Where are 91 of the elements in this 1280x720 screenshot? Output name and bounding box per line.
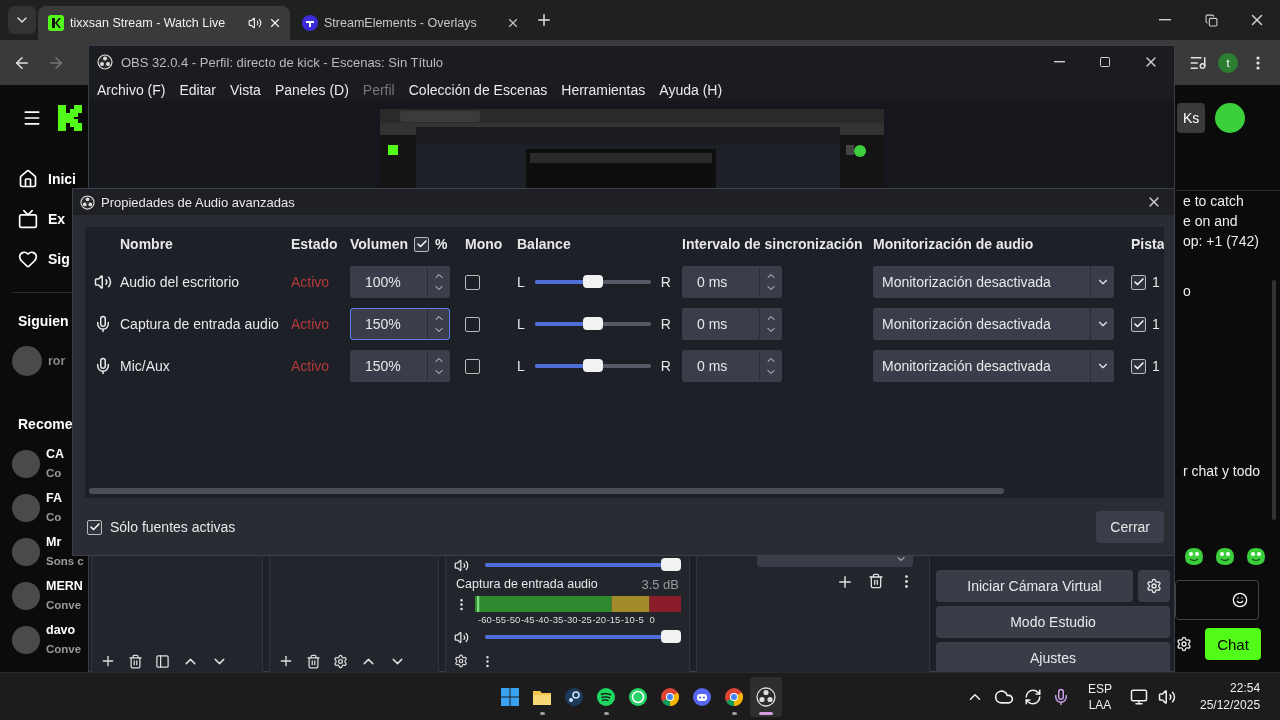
- column-header: Intervalo de sincronización: [682, 236, 864, 252]
- balance-label: L: [517, 358, 525, 374]
- channel-category: Conve: [46, 642, 82, 657]
- monitoring-dropdown[interactable]: Monitorización desactivada: [873, 266, 1114, 298]
- channel-category: Conve: [46, 598, 83, 613]
- menu-item[interactable]: Editar: [179, 81, 217, 98]
- column-header: Estado: [291, 236, 339, 252]
- checkbox-label[interactable]: Sólo fuentes activas: [110, 519, 236, 535]
- source-name: Mic/Aux: [120, 358, 171, 374]
- track-label: 1: [1152, 358, 1160, 374]
- volume-reading: 3.5 dB: [641, 577, 679, 592]
- balance-label: R: [660, 274, 671, 290]
- balance-label: R: [660, 358, 671, 374]
- column-header: Pista: [1131, 236, 1164, 252]
- menu-item[interactable]: Archivo (F): [97, 81, 166, 98]
- browser-tab[interactable]: StreamElements - Overlays: [292, 6, 528, 40]
- meter-tick-label: -60: [478, 614, 493, 625]
- section-title: Recome: [17, 416, 74, 432]
- control-button[interactable]: Modo Estudio: [936, 606, 1170, 638]
- section-title: Siguien: [17, 313, 70, 329]
- balance-label: L: [517, 274, 525, 290]
- meter-tick-label: -25: [578, 614, 592, 625]
- channel-category: Co: [46, 510, 62, 525]
- meter-tick-label: -30: [563, 614, 579, 625]
- chat-message: r chat y todo: [1182, 462, 1262, 481]
- monitoring-dropdown[interactable]: Monitorización desactivada: [873, 350, 1114, 382]
- nav-link[interactable]: Sig: [48, 251, 70, 267]
- language-indicator[interactable]: ESP: [1088, 680, 1112, 697]
- channel-category: Sons c: [46, 554, 84, 569]
- channel-name[interactable]: FA: [46, 489, 62, 508]
- source-name: Captura de entrada audio: [120, 316, 280, 332]
- channel-name[interactable]: CA: [46, 445, 65, 464]
- status-text: Activo: [291, 274, 331, 290]
- clock-time[interactable]: 22:54: [1230, 679, 1261, 697]
- close-button[interactable]: Cerrar: [1096, 511, 1164, 543]
- status-text: Activo: [291, 358, 331, 374]
- track-label: 1: [1152, 316, 1160, 332]
- sync-field[interactable]: 0 ms: [682, 350, 782, 382]
- balance-label: R: [660, 316, 671, 332]
- status-text: Activo: [291, 316, 331, 332]
- menu-item[interactable]: Paneles (D): [274, 81, 349, 98]
- meter-tick-label: -50: [506, 614, 521, 625]
- volume-field[interactable]: 150%: [350, 350, 450, 382]
- volume-field[interactable]: 100%: [350, 266, 450, 298]
- channel-name[interactable]: MERN: [46, 577, 83, 596]
- nav-link[interactable]: Ex: [48, 211, 66, 227]
- volume-field[interactable]: 150%: [350, 308, 450, 340]
- menu-item[interactable]: Herramientas: [561, 81, 646, 98]
- meter-tick-label: -45: [520, 614, 536, 625]
- balance-label: L: [517, 316, 525, 332]
- sync-field[interactable]: 0 ms: [682, 308, 782, 340]
- meter-tick-label: -5: [635, 614, 645, 625]
- control-button[interactable]: Ajustes: [936, 642, 1170, 674]
- menu-item[interactable]: Vista: [230, 81, 261, 98]
- column-header: Monitorización de audio: [873, 236, 1035, 252]
- meter-tick-label: -10: [620, 614, 636, 625]
- nav-link[interactable]: Inici: [48, 171, 76, 187]
- dialog-title: Propiedades de Audio avanzadas: [101, 194, 295, 210]
- column-header: Volumen: [350, 236, 409, 252]
- column-header: %: [435, 236, 448, 252]
- chat-message: e to catch: [1182, 192, 1245, 211]
- control-button[interactable]: Iniciar Cámara Virtual: [936, 570, 1133, 602]
- meter-tick-label: -15: [606, 614, 621, 625]
- meter-tick-label: -35: [549, 614, 564, 625]
- chat-message: o: [1182, 282, 1192, 301]
- track-label: 1: [1152, 274, 1160, 290]
- source-name: Audio del escritorio: [120, 274, 241, 290]
- chat-button[interactable]: Chat: [1205, 628, 1261, 660]
- column-header: Mono: [465, 236, 504, 252]
- window-title: OBS 32.0.4 - Perfil: directo de kick - Escenas: Sin Título: [121, 54, 443, 70]
- meter-tick-label: 0: [649, 614, 656, 625]
- header-button[interactable]: Ks: [1177, 102, 1206, 133]
- channel-category: Co: [46, 466, 63, 481]
- menu-item[interactable]: Colección de Escenas: [408, 81, 548, 98]
- clock-date[interactable]: 25/12/2025: [1200, 696, 1261, 714]
- browser-tab[interactable]: tixxsan Stream - Watch Live: [38, 6, 290, 40]
- source-name: Captura de entrada audio: [456, 577, 598, 592]
- language-indicator[interactable]: LAA: [1088, 696, 1112, 713]
- meter-tick-label: -20: [592, 614, 607, 625]
- chat-message: op: +1 (742): [1182, 232, 1260, 251]
- meter-tick-label: -55: [492, 614, 507, 625]
- channel-name[interactable]: ror: [48, 354, 66, 368]
- menu-item[interactable]: Ayuda (H): [659, 81, 723, 98]
- column-header: Nombre: [120, 236, 174, 252]
- profile-avatar[interactable]: t: [1218, 52, 1238, 73]
- monitoring-dropdown[interactable]: Monitorización desactivada: [873, 308, 1114, 340]
- meter-tick-label: -40: [535, 614, 549, 625]
- chat-message: e on and: [1182, 212, 1239, 231]
- channel-name[interactable]: davo: [46, 621, 82, 640]
- column-header: Balance: [517, 236, 572, 252]
- sync-field[interactable]: 0 ms: [682, 266, 782, 298]
